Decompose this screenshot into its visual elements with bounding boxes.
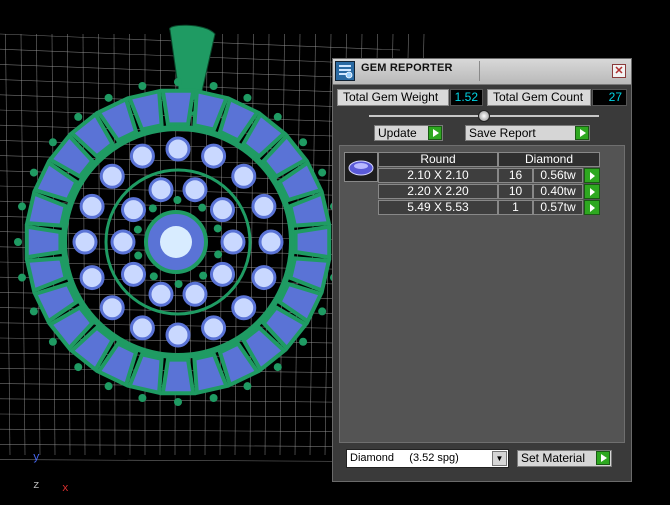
set-material-button-label: Set Material	[521, 451, 586, 465]
material-header: Diamond	[498, 152, 600, 167]
save-report-button-label: Save Report	[469, 126, 536, 140]
row-weight: 0.40tw	[533, 184, 583, 199]
panel-title: GEM REPORTER	[361, 62, 453, 74]
row-size: 2.20 X 2.20	[378, 184, 498, 199]
chevron-down-icon[interactable]: ▼	[492, 451, 507, 466]
row-weight: 0.56tw	[533, 168, 583, 183]
axis-x-label: x	[62, 483, 69, 495]
close-button[interactable]: ✕	[612, 64, 626, 78]
row-size: 2.10 X 2.10	[378, 168, 498, 183]
save-report-play-icon	[575, 126, 589, 140]
row-select-button[interactable]	[584, 200, 600, 215]
panel-titlebar[interactable]: GEM REPORTER ✕	[333, 59, 631, 85]
close-icon: ✕	[614, 65, 624, 77]
material-select[interactable]: Diamond (3.52 spg) ▼	[346, 449, 509, 468]
row-select-button[interactable]	[584, 168, 600, 183]
slider-thumb[interactable]	[478, 110, 490, 122]
row-size: 5.49 X 5.53	[378, 200, 498, 215]
total-gem-count-value: 27	[592, 89, 627, 106]
update-play-icon	[428, 126, 442, 140]
update-button-label: Update	[378, 126, 417, 140]
row-count: 16	[498, 168, 533, 183]
material-select-value: Diamond (3.52 spg)	[350, 452, 459, 464]
total-gem-weight-label: Total Gem Weight	[337, 89, 449, 106]
total-gem-weight-value: 1.52	[450, 89, 483, 106]
set-material-play-icon	[596, 451, 610, 465]
row-select-button[interactable]	[584, 184, 600, 199]
gem-list-area: Round Diamond 2.10 X 2.10 16 0.56tw 2.20…	[339, 145, 625, 443]
pendant-model	[14, 24, 342, 406]
row-weight: 0.57tw	[533, 200, 583, 215]
set-material-button[interactable]: Set Material	[517, 450, 612, 467]
axis-y-label: y	[33, 452, 40, 464]
save-report-button[interactable]: Save Report	[465, 125, 590, 141]
round-gem-thumbnail[interactable]	[344, 152, 378, 182]
update-button[interactable]: Update	[374, 125, 443, 141]
gem-reporter-app-icon	[335, 61, 355, 81]
row-count: 10	[498, 184, 533, 199]
gem-reporter-panel: GEM REPORTER ✕ Total Gem Weight 1.52 Tot…	[332, 58, 632, 482]
axis-z-label: z	[33, 480, 40, 492]
row-count: 1	[498, 200, 533, 215]
round-gem-icon	[348, 160, 374, 176]
shape-header: Round	[378, 152, 498, 167]
titlebar-divider	[479, 61, 480, 81]
total-gem-count-label: Total Gem Count	[487, 89, 591, 106]
